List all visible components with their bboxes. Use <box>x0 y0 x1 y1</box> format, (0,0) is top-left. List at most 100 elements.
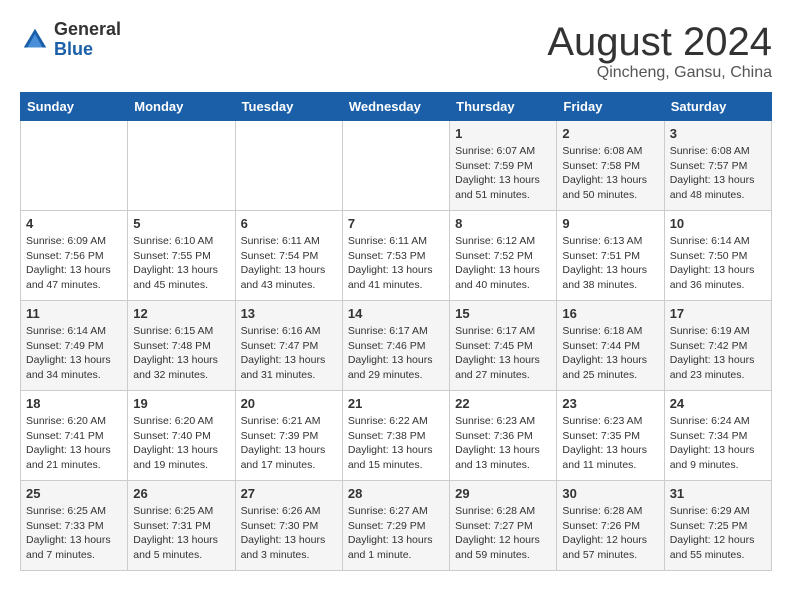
day-number: 9 <box>562 216 658 231</box>
day-info: Sunrise: 6:25 AM Sunset: 7:33 PM Dayligh… <box>26 504 122 563</box>
day-info: Sunrise: 6:20 AM Sunset: 7:40 PM Dayligh… <box>133 414 229 473</box>
calendar-week-row: 11Sunrise: 6:14 AM Sunset: 7:49 PM Dayli… <box>21 301 772 391</box>
day-number: 11 <box>26 306 122 321</box>
calendar-cell <box>342 121 449 211</box>
logo-icon <box>20 25 50 55</box>
day-info: Sunrise: 6:10 AM Sunset: 7:55 PM Dayligh… <box>133 234 229 293</box>
day-info: Sunrise: 6:24 AM Sunset: 7:34 PM Dayligh… <box>670 414 766 473</box>
calendar-cell: 26 Sunrise: 6:25 AM Sunset: 7:31 PM Dayli… <box>128 481 235 571</box>
weekday-header-row: SundayMondayTuesdayWednesdayThursdayFrid… <box>21 93 772 121</box>
day-info: Sunrise: 6:12 AM Sunset: 7:52 PM Dayligh… <box>455 234 551 293</box>
day-number: 17 <box>670 306 766 321</box>
weekday-header-friday: Friday <box>557 93 664 121</box>
location: Qincheng, Gansu, China <box>547 64 772 82</box>
calendar-cell <box>21 121 128 211</box>
calendar-cell: 10 Sunrise: 6:14 AM Sunset: 7:50 PM Dayli… <box>664 211 771 301</box>
title-block: August 2024 Qincheng, Gansu, China <box>547 20 772 82</box>
calendar-cell: 9 Sunrise: 6:13 AM Sunset: 7:51 PM Daylig… <box>557 211 664 301</box>
day-info: Sunrise: 6:08 AM Sunset: 7:58 PM Dayligh… <box>562 144 658 203</box>
day-number: 10 <box>670 216 766 231</box>
day-info: Sunrise: 6:13 AM Sunset: 7:51 PM Dayligh… <box>562 234 658 293</box>
day-info: Sunrise: 6:11 AM Sunset: 7:54 PM Dayligh… <box>241 234 337 293</box>
calendar-cell <box>128 121 235 211</box>
day-number: 7 <box>348 216 444 231</box>
day-info: Sunrise: 6:20 AM Sunset: 7:41 PM Dayligh… <box>26 414 122 473</box>
day-number: 8 <box>455 216 551 231</box>
day-number: 16 <box>562 306 658 321</box>
day-info: Sunrise: 6:18 AM Sunset: 7:44 PM Dayligh… <box>562 324 658 383</box>
day-number: 26 <box>133 486 229 501</box>
logo-blue-text: Blue <box>54 40 121 60</box>
day-number: 12 <box>133 306 229 321</box>
day-number: 28 <box>348 486 444 501</box>
day-number: 27 <box>241 486 337 501</box>
weekday-header-tuesday: Tuesday <box>235 93 342 121</box>
day-info: Sunrise: 6:25 AM Sunset: 7:31 PM Dayligh… <box>133 504 229 563</box>
day-number: 25 <box>26 486 122 501</box>
day-number: 5 <box>133 216 229 231</box>
calendar-cell <box>235 121 342 211</box>
calendar-cell: 25 Sunrise: 6:25 AM Sunset: 7:33 PM Dayli… <box>21 481 128 571</box>
calendar-cell: 14Sunrise: 6:17 AM Sunset: 7:46 PM Dayli… <box>342 301 449 391</box>
calendar-cell: 31 Sunrise: 6:29 AM Sunset: 7:25 PM Dayli… <box>664 481 771 571</box>
calendar-cell: 8 Sunrise: 6:12 AM Sunset: 7:52 PM Daylig… <box>450 211 557 301</box>
day-info: Sunrise: 6:11 AM Sunset: 7:53 PM Dayligh… <box>348 234 444 293</box>
day-info: Sunrise: 6:23 AM Sunset: 7:36 PM Dayligh… <box>455 414 551 473</box>
calendar-week-row: 4Sunrise: 6:09 AM Sunset: 7:56 PM Daylig… <box>21 211 772 301</box>
weekday-header-saturday: Saturday <box>664 93 771 121</box>
calendar-cell: 13 Sunrise: 6:16 AM Sunset: 7:47 PM Dayli… <box>235 301 342 391</box>
day-number: 19 <box>133 396 229 411</box>
calendar-cell: 6 Sunrise: 6:11 AM Sunset: 7:54 PM Daylig… <box>235 211 342 301</box>
day-number: 15 <box>455 306 551 321</box>
day-number: 2 <box>562 126 658 141</box>
day-info: Sunrise: 6:16 AM Sunset: 7:47 PM Dayligh… <box>241 324 337 383</box>
day-number: 14 <box>348 306 444 321</box>
day-info: Sunrise: 6:29 AM Sunset: 7:25 PM Dayligh… <box>670 504 766 563</box>
day-number: 20 <box>241 396 337 411</box>
day-info: Sunrise: 6:08 AM Sunset: 7:57 PM Dayligh… <box>670 144 766 203</box>
logo-text: General Blue <box>54 20 121 60</box>
day-number: 23 <box>562 396 658 411</box>
weekday-header-monday: Monday <box>128 93 235 121</box>
day-number: 29 <box>455 486 551 501</box>
calendar-cell: 12 Sunrise: 6:15 AM Sunset: 7:48 PM Dayli… <box>128 301 235 391</box>
day-info: Sunrise: 6:19 AM Sunset: 7:42 PM Dayligh… <box>670 324 766 383</box>
weekday-header-thursday: Thursday <box>450 93 557 121</box>
day-info: Sunrise: 6:15 AM Sunset: 7:48 PM Dayligh… <box>133 324 229 383</box>
day-info: Sunrise: 6:28 AM Sunset: 7:26 PM Dayligh… <box>562 504 658 563</box>
calendar-cell: 24 Sunrise: 6:24 AM Sunset: 7:34 PM Dayli… <box>664 391 771 481</box>
day-number: 1 <box>455 126 551 141</box>
calendar-table: SundayMondayTuesdayWednesdayThursdayFrid… <box>20 92 772 571</box>
calendar-cell: 20 Sunrise: 6:21 AM Sunset: 7:39 PM Dayli… <box>235 391 342 481</box>
calendar-cell: 27Sunrise: 6:26 AM Sunset: 7:30 PM Dayli… <box>235 481 342 571</box>
calendar-cell: 23 Sunrise: 6:23 AM Sunset: 7:35 PM Dayli… <box>557 391 664 481</box>
day-number: 6 <box>241 216 337 231</box>
calendar-cell: 17 Sunrise: 6:19 AM Sunset: 7:42 PM Dayli… <box>664 301 771 391</box>
day-number: 21 <box>348 396 444 411</box>
day-info: Sunrise: 6:14 AM Sunset: 7:50 PM Dayligh… <box>670 234 766 293</box>
day-number: 13 <box>241 306 337 321</box>
day-number: 24 <box>670 396 766 411</box>
day-number: 31 <box>670 486 766 501</box>
day-info: Sunrise: 6:23 AM Sunset: 7:35 PM Dayligh… <box>562 414 658 473</box>
calendar-cell: 5 Sunrise: 6:10 AM Sunset: 7:55 PM Daylig… <box>128 211 235 301</box>
day-info: Sunrise: 6:21 AM Sunset: 7:39 PM Dayligh… <box>241 414 337 473</box>
calendar-cell: 7 Sunrise: 6:11 AM Sunset: 7:53 PM Daylig… <box>342 211 449 301</box>
day-info: Sunrise: 6:07 AM Sunset: 7:59 PM Dayligh… <box>455 144 551 203</box>
day-info: Sunrise: 6:09 AM Sunset: 7:56 PM Dayligh… <box>26 234 122 293</box>
day-number: 18 <box>26 396 122 411</box>
day-info: Sunrise: 6:28 AM Sunset: 7:27 PM Dayligh… <box>455 504 551 563</box>
calendar-cell: 2 Sunrise: 6:08 AM Sunset: 7:58 PM Daylig… <box>557 121 664 211</box>
calendar-cell: 29 Sunrise: 6:28 AM Sunset: 7:27 PM Dayli… <box>450 481 557 571</box>
calendar-cell: 21Sunrise: 6:22 AM Sunset: 7:38 PM Dayli… <box>342 391 449 481</box>
calendar-cell: 15Sunrise: 6:17 AM Sunset: 7:45 PM Dayli… <box>450 301 557 391</box>
day-info: Sunrise: 6:27 AM Sunset: 7:29 PM Dayligh… <box>348 504 444 563</box>
logo: General Blue <box>20 20 121 60</box>
calendar-cell: 22Sunrise: 6:23 AM Sunset: 7:36 PM Dayli… <box>450 391 557 481</box>
calendar-cell: 28 Sunrise: 6:27 AM Sunset: 7:29 PM Dayli… <box>342 481 449 571</box>
weekday-header-sunday: Sunday <box>21 93 128 121</box>
calendar-cell: 16 Sunrise: 6:18 AM Sunset: 7:44 PM Dayli… <box>557 301 664 391</box>
calendar-cell: 4Sunrise: 6:09 AM Sunset: 7:56 PM Daylig… <box>21 211 128 301</box>
month-title: August 2024 <box>547 20 772 64</box>
day-number: 30 <box>562 486 658 501</box>
